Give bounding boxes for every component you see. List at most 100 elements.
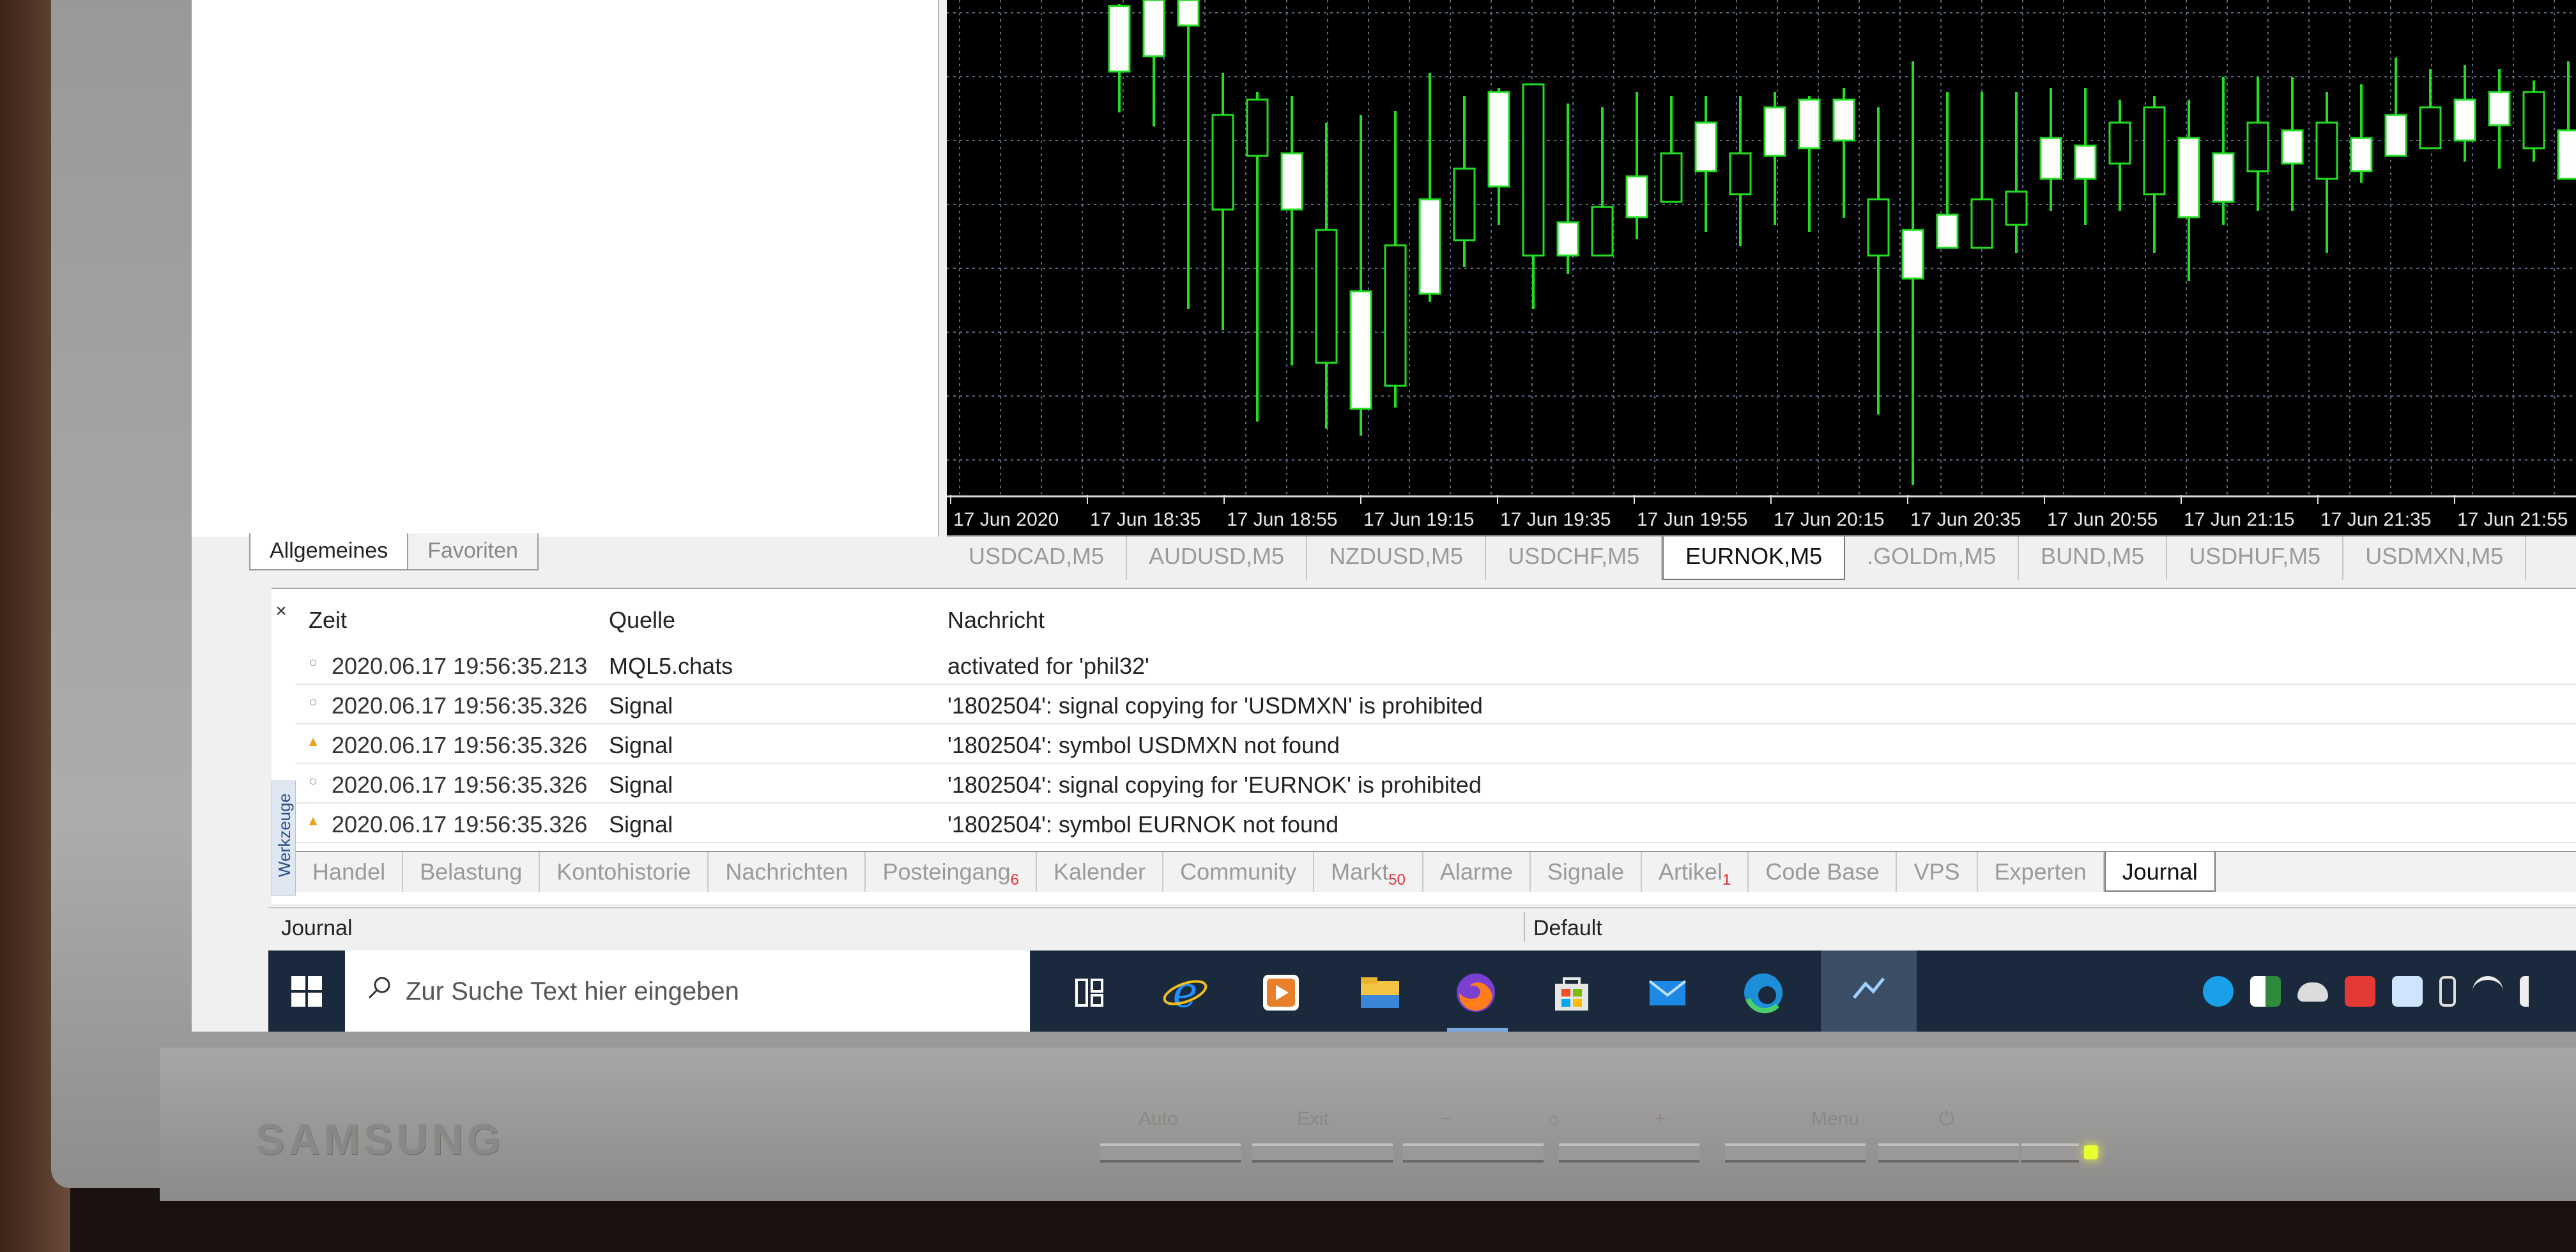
monitor-brightness-button[interactable]: [1559, 1143, 1699, 1163]
journal-row[interactable]: ○ 2020.06.17 19:56:35.326 Signal '180250…: [296, 686, 2576, 724]
row-message: '1802504': signal copying for 'EURNOK' i…: [947, 772, 1482, 798]
row-time: 2020.06.17 19:56:35.326: [332, 692, 588, 719]
metatrader-icon: [1853, 977, 1885, 999]
candlestick-chart: 17 Jun 2020 17 Jun 18:35 17 Jun 18:55 17 Ju…: [947, 0, 2576, 540]
tab-markt[interactable]: Markt50: [1314, 852, 1423, 892]
chart-tab[interactable]: USDCHF,M5: [1486, 537, 1663, 580]
task-view-icon[interactable]: [1064, 967, 1115, 1018]
tab-belastung[interactable]: Belastung: [403, 852, 540, 892]
defender-icon[interactable]: [2250, 976, 2281, 1007]
candle-body: [1625, 175, 1648, 218]
monitor-auto-button[interactable]: [1100, 1143, 1241, 1163]
file-explorer-icon[interactable]: [1354, 967, 1406, 1018]
chart-tab[interactable]: AUDUSD,M5: [1127, 537, 1308, 580]
candle-body: [2212, 152, 2235, 203]
journal-row[interactable]: ○ 2020.06.17 19:56:35.213 MQL5.chats act…: [296, 646, 2576, 685]
status-profile: Default: [1533, 916, 1602, 940]
chart-tab-active[interactable]: EURNOK,M5: [1662, 537, 1846, 580]
tab-posteingang[interactable]: Posteingang6: [866, 852, 1037, 892]
candle-body: [2557, 129, 2576, 180]
metatrader-taskbar-button[interactable]: [1821, 950, 1917, 1032]
tab-kalender[interactable]: Kalender: [1037, 852, 1164, 892]
tab-alarme[interactable]: Alarme: [1423, 852, 1531, 892]
candle-body: [1556, 221, 1579, 257]
close-icon[interactable]: ×: [272, 600, 291, 622]
monitor-button-label: Menu: [1811, 1108, 1860, 1129]
tab-nachrichten[interactable]: Nachrichten: [709, 852, 866, 892]
candle-body: [1694, 121, 1717, 172]
time-label: 17 Jun 20:35: [1910, 509, 2021, 530]
toolbox-tabs: Handel Belastung Kontohistorie Nachricht…: [296, 851, 2576, 892]
tab-artikel[interactable]: Artikel1: [1642, 852, 1749, 892]
chart-tab[interactable]: USDMXN,M5: [2343, 537, 2527, 580]
row-message: '1802504': signal copying for 'USDMXN' i…: [947, 692, 1483, 719]
row-source: Signal: [609, 811, 673, 837]
wifi-icon[interactable]: [2472, 976, 2503, 1007]
search-icon: [368, 977, 390, 999]
internet-explorer-icon[interactable]: e: [1160, 967, 1211, 1018]
column-nachricht[interactable]: Nachricht: [947, 607, 1045, 634]
column-quelle[interactable]: Quelle: [609, 607, 675, 634]
tab-handel[interactable]: Handel: [296, 852, 404, 892]
candle-body: [1418, 198, 1441, 295]
candle-body: [1108, 5, 1131, 73]
media-player-icon[interactable]: [1255, 967, 1307, 1018]
journal-row[interactable]: ▲ 2020.06.17 19:56:35.326 Signal '180250…: [296, 726, 2576, 764]
candle-body: [2384, 114, 2407, 157]
skype-icon[interactable]: [2203, 976, 2234, 1007]
time-label: 17 Jun 19:15: [1363, 509, 1474, 530]
candle-body: [1280, 152, 1303, 211]
tab-allgemeines[interactable]: Allgemeines: [249, 533, 409, 570]
monitor-brand-logo: SAMSUNG: [256, 1115, 505, 1164]
journal-row[interactable]: ▲ 2020.06.17 19:56:35.326 Signal '180250…: [296, 805, 2576, 843]
chart-tab[interactable]: USDCAD,M5: [947, 537, 1128, 580]
row-source: MQL5.chats: [609, 653, 733, 679]
tab-favoriten[interactable]: Favoriten: [408, 533, 539, 570]
info-icon: ○: [309, 773, 318, 789]
toolbox-side-handle[interactable]: Werkzeuge: [272, 781, 296, 896]
onedrive-icon[interactable]: [2297, 982, 2328, 1002]
tab-vps[interactable]: VPS: [1897, 852, 1978, 892]
usb-icon[interactable]: [2439, 976, 2456, 1007]
search-input[interactable]: Zur Suche Text hier eingeben: [345, 950, 1030, 1032]
candle-body: [1177, 0, 1200, 27]
monitor-plus-button[interactable]: [1725, 1143, 1866, 1163]
chart-tab[interactable]: BUND,M5: [2019, 537, 2168, 580]
chart-tab[interactable]: .GOLDm,M5: [1845, 537, 2020, 580]
tab-community[interactable]: Community: [1163, 852, 1315, 892]
time-label: 17 Jun 20:55: [2047, 509, 2158, 530]
row-message: '1802504': symbol EURNOK not found: [947, 811, 1339, 837]
tab-signale[interactable]: Signale: [1531, 852, 1642, 892]
monitor-minus-button[interactable]: [1403, 1143, 1544, 1163]
candle-body: [1315, 229, 1338, 364]
journal-row[interactable]: ○ 2020.06.17 19:56:35.326 Signal '180250…: [296, 765, 2576, 804]
candle-body: [2522, 91, 2545, 149]
tab-journal[interactable]: Journal: [2104, 852, 2216, 892]
tab-experten[interactable]: Experten: [1978, 852, 2104, 892]
candle-body: [1901, 229, 1924, 280]
edge-icon[interactable]: [1738, 967, 1789, 1018]
status-bar: Journal Default: [268, 907, 2576, 945]
chart-tab[interactable]: NZDUSD,M5: [1307, 537, 1487, 580]
warning-icon: ▲: [306, 733, 320, 749]
antivirus-icon[interactable]: [2345, 976, 2375, 1007]
candle-body: [2246, 121, 2269, 172]
candle-body: [1729, 152, 1752, 195]
dropbox-icon[interactable]: [2392, 976, 2423, 1007]
tab-kontohistorie[interactable]: Kontohistorie: [540, 852, 709, 892]
microsoft-store-icon[interactable]: [1546, 967, 1597, 1018]
toolbox-side-label: Werkzeuge: [275, 793, 294, 877]
price-chart[interactable]: 17 Jun 2020 17 Jun 18:35 17 Jun 18:55 17 Ju…: [947, 0, 2576, 540]
volume-icon[interactable]: [2520, 976, 2550, 1007]
tab-code-base[interactable]: Code Base: [1749, 852, 1897, 892]
chart-tab[interactable]: USDHUF,M5: [2167, 537, 2344, 580]
column-zeit[interactable]: Zeit: [309, 607, 347, 634]
monitor-menu-button[interactable]: [1878, 1143, 2019, 1163]
monitor-exit-button[interactable]: [1252, 1143, 1393, 1163]
firefox-icon[interactable]: [1450, 967, 1501, 1018]
mail-icon[interactable]: [1642, 967, 1693, 1018]
monitor-power-button[interactable]: [2021, 1143, 2079, 1163]
time-label: 17 Jun 2020: [953, 509, 1059, 530]
windows-icon: [291, 976, 322, 1007]
start-button[interactable]: [268, 950, 345, 1032]
